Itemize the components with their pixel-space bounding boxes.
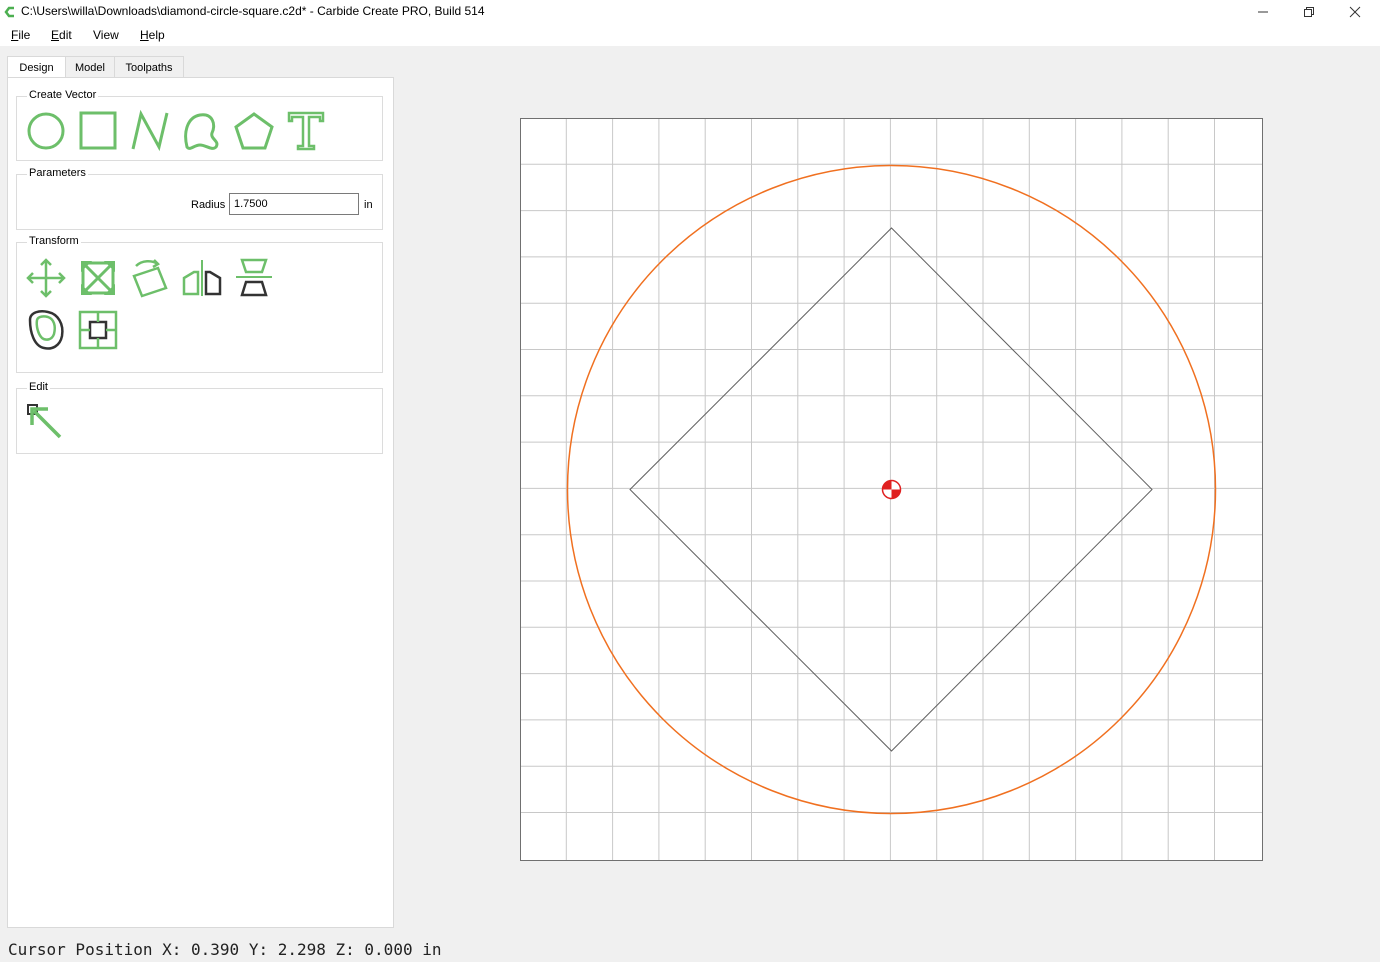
create-vector-title: Create Vector (27, 89, 99, 101)
text-icon (287, 111, 325, 151)
node-edit-tool-button[interactable] (24, 401, 68, 445)
align-tool-button[interactable] (232, 256, 276, 300)
transform-title: Transform (27, 235, 81, 247)
menu-edit[interactable]: Edit (51, 28, 72, 42)
tab-model[interactable]: Model (65, 56, 115, 78)
scale-tool-button[interactable] (76, 256, 120, 300)
canvas-svg[interactable] (520, 118, 1263, 861)
radius-label: Radius (191, 199, 226, 211)
origin-marker-icon (881, 479, 902, 500)
mirror-tool-button[interactable] (180, 256, 224, 300)
rectangle-icon (79, 111, 117, 150)
boolean-tool-button[interactable] (76, 308, 120, 352)
parameters-group: Parameters Radius in (16, 167, 383, 230)
status-bar: Cursor Position X: 0.390 Y: 2.298 Z: 0.0… (0, 936, 1380, 962)
rotate-tool-button[interactable] (128, 256, 172, 300)
mirror-icon (182, 260, 222, 296)
close-icon (1349, 6, 1361, 18)
align-icon (236, 258, 272, 297)
cursor-position-text: Cursor Position X: 0.390 Y: 2.298 Z: 0.0… (8, 940, 442, 959)
offset-tool-button[interactable] (24, 308, 68, 352)
node-edit-icon (27, 404, 62, 439)
window-title: C:\Users\willa\Downloads\diamond-circle-… (21, 4, 485, 18)
restore-icon (1304, 7, 1314, 17)
offset-icon (28, 310, 64, 350)
boolean-icon (78, 310, 118, 350)
polygon-tool-button[interactable] (232, 109, 276, 153)
rectangle-tool-button[interactable] (76, 109, 120, 153)
circle-tool-button[interactable] (24, 109, 68, 153)
create-vector-group: Create Vector (16, 89, 383, 161)
restore-button[interactable] (1286, 0, 1332, 24)
radius-input[interactable] (229, 193, 359, 215)
design-panel: Create Vector Parameters Radius in Trans… (7, 77, 394, 928)
design-canvas[interactable] (520, 118, 1263, 861)
minimize-icon (1258, 11, 1268, 13)
minimize-button[interactable] (1240, 0, 1286, 24)
transform-group: Transform (16, 235, 383, 373)
move-tool-button[interactable] (24, 256, 68, 300)
polygon-icon (234, 112, 274, 150)
tab-toolpaths[interactable]: Toolpaths (114, 56, 184, 78)
curve-icon (184, 113, 219, 150)
title-bar: C:\Users\willa\Downloads\diamond-circle-… (0, 0, 1380, 24)
menu-bar: File Edit View Help (0, 24, 1380, 46)
menu-view[interactable]: View (93, 28, 119, 42)
edit-group: Edit (16, 381, 383, 454)
polyline-tool-button[interactable] (128, 109, 172, 153)
carbide-logo-icon (4, 6, 14, 18)
tab-design[interactable]: Design (7, 56, 66, 79)
curve-tool-button[interactable] (180, 109, 224, 153)
radius-unit-label: in (364, 199, 373, 211)
circle-icon (27, 112, 65, 150)
polyline-icon (131, 109, 169, 152)
scale-icon (81, 261, 115, 295)
menu-file[interactable]: File (11, 28, 30, 42)
parameters-title: Parameters (27, 167, 88, 179)
text-tool-button[interactable] (284, 109, 328, 153)
edit-title: Edit (27, 381, 50, 393)
menu-help[interactable]: Help (140, 28, 165, 42)
move-icon (26, 258, 66, 298)
close-button[interactable] (1332, 0, 1378, 24)
rotate-icon (132, 259, 168, 298)
